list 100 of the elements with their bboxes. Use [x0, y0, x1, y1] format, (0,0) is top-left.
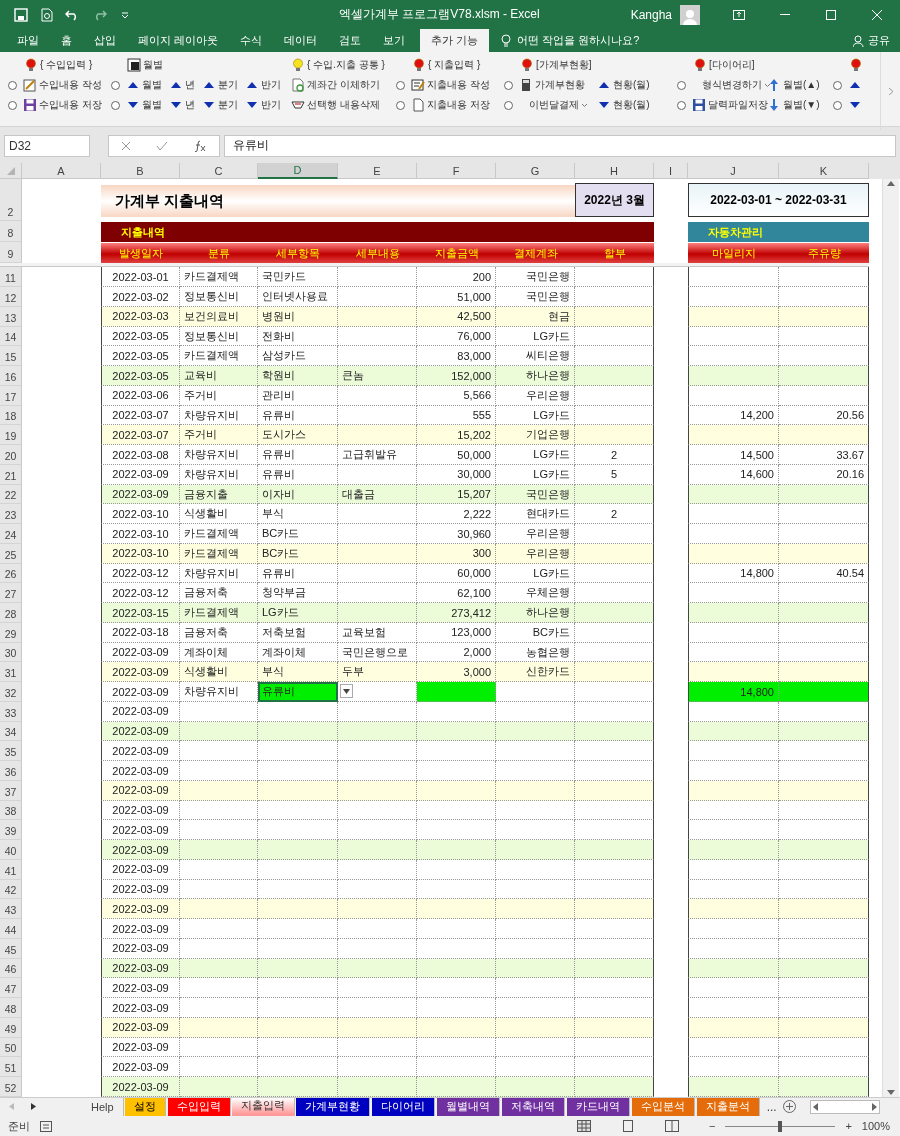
normal-view-icon[interactable] [577, 1120, 591, 1132]
sheet-tab[interactable]: 설정 [124, 1097, 166, 1116]
row-header[interactable]: 48 [0, 998, 22, 1018]
row-header[interactable]: 15 [0, 346, 22, 367]
row-header[interactable]: 23 [0, 504, 22, 525]
row-header[interactable]: 27 [0, 583, 22, 604]
radio-button[interactable] [396, 80, 405, 90]
column-header[interactable]: H [575, 163, 654, 180]
row-header[interactable]: 37 [0, 780, 22, 801]
ribbon-button[interactable]: 분기 [202, 78, 238, 92]
radio-button[interactable] [396, 100, 405, 110]
row-header[interactable]: 50 [0, 1037, 22, 1058]
sheet-tab[interactable]: 카드내역 [566, 1097, 630, 1116]
ribbon-button[interactable] [849, 58, 863, 72]
add-sheet-icon[interactable] [782, 1100, 796, 1114]
ribbon-button[interactable]: 가계부현황 [519, 78, 585, 92]
sheet-tab[interactable]: 가계부현황 [295, 1097, 370, 1116]
row-header[interactable]: 31 [0, 662, 22, 683]
column-header[interactable]: I [654, 163, 688, 180]
row-header[interactable]: 21 [0, 464, 22, 485]
ribbon-button[interactable]: [다이어리] [693, 58, 755, 72]
row-header[interactable]: 39 [0, 820, 22, 841]
radio-button[interactable] [677, 100, 686, 110]
row-header[interactable]: 29 [0, 622, 22, 643]
more-tabs[interactable]: ... [766, 1099, 777, 1114]
ribbon-button[interactable]: 지출내용 저장 [411, 98, 490, 112]
ribbon-button[interactable]: 월별 [126, 78, 162, 92]
row-header[interactable]: 30 [0, 642, 22, 663]
ribbon-button[interactable]: 년 [169, 98, 195, 112]
scroll-left-icon[interactable] [813, 1102, 818, 1111]
ribbon-button[interactable]: 현황(월) [597, 98, 650, 112]
ribbon-button[interactable]: 월별 [126, 98, 162, 112]
ribbon-tab[interactable]: 홈 [50, 29, 83, 52]
zoom-level[interactable]: 100% [861, 1120, 890, 1132]
row-header[interactable]: 11 [0, 267, 22, 288]
zoom-out-button[interactable]: − [709, 1120, 716, 1132]
tell-me-field[interactable]: 어떤 작업을 원하시나요? [501, 29, 640, 52]
check-icon[interactable] [156, 140, 168, 151]
share-button[interactable]: 공유 [853, 29, 890, 52]
scroll-right-icon[interactable] [30, 1103, 36, 1111]
row-header[interactable]: 51 [0, 1057, 22, 1078]
formula-input[interactable]: 유류비 [224, 134, 896, 157]
sheet-tab[interactable]: 수입입력 [167, 1097, 231, 1116]
sheet-tab[interactable]: 다이어리 [371, 1097, 435, 1116]
radio-button[interactable] [111, 100, 120, 110]
column-header[interactable]: E [338, 163, 417, 180]
radio-button[interactable] [504, 80, 513, 90]
column-header[interactable]: J [688, 163, 779, 180]
ribbon-button[interactable]: 달력파일저장 [692, 98, 768, 112]
row-header[interactable]: 35 [0, 741, 22, 762]
row-header[interactable]: 25 [0, 543, 22, 564]
row-header[interactable]: 20 [0, 445, 22, 465]
row-header[interactable]: 46 [0, 958, 22, 979]
row-header[interactable]: 14 [0, 326, 22, 347]
radio-button[interactable] [833, 80, 842, 90]
ribbon-tab[interactable]: 삽입 [83, 29, 127, 52]
ribbon-tab[interactable]: 페이지 레이아웃 [127, 29, 230, 52]
row-header[interactable]: 13 [0, 306, 22, 327]
ribbon-button[interactable]: 선택행 내용삭제 [291, 98, 380, 112]
row-header[interactable]: 41 [0, 859, 22, 880]
row-header[interactable]: 44 [0, 919, 22, 939]
page-layout-icon[interactable] [621, 1120, 635, 1132]
ribbon-tab[interactable]: 보기 [372, 29, 417, 52]
row-header[interactable]: 49 [0, 1017, 22, 1038]
column-header[interactable]: G [496, 163, 575, 180]
ribbon-button[interactable]: { 지출입력 } [412, 58, 481, 72]
row-header[interactable]: 8 [0, 221, 22, 243]
ribbon-dropdown[interactable]: 이번달결제 [529, 98, 588, 112]
row-header[interactable]: 19 [0, 425, 22, 446]
ribbon-button[interactable]: 월별(▼) [767, 98, 820, 112]
row-header[interactable]: 32 [0, 682, 22, 702]
row-header[interactable]: 26 [0, 563, 22, 584]
sheet-tab[interactable]: 지출입력 [231, 1097, 295, 1116]
column-header[interactable]: A [22, 163, 101, 180]
radio-button[interactable] [677, 80, 686, 90]
horizontal-scrollbar[interactable] [810, 1099, 880, 1114]
row-header[interactable]: 22 [0, 484, 22, 505]
dropdown-button[interactable] [340, 684, 353, 699]
ribbon-button[interactable]: 수입내용 저장 [23, 98, 102, 112]
row-header[interactable]: 12 [0, 287, 22, 307]
column-header[interactable]: C [180, 163, 258, 180]
row-header[interactable]: 42 [0, 879, 22, 900]
ribbon-tab[interactable]: 데이터 [273, 29, 329, 52]
row-header[interactable]: 33 [0, 701, 22, 722]
row-header[interactable]: 34 [0, 721, 22, 742]
ribbon-button[interactable]: 수입내용 작성 [23, 78, 102, 92]
macro-record-icon[interactable] [40, 1120, 52, 1132]
row-header[interactable]: 18 [0, 405, 22, 426]
cancel-icon[interactable] [121, 140, 132, 151]
radio-button[interactable] [8, 80, 17, 90]
vertical-scrollbar[interactable] [882, 179, 899, 1097]
ribbon-button[interactable]: 반기 [245, 98, 281, 112]
row-header[interactable]: 28 [0, 603, 22, 623]
avatar-icon[interactable] [680, 4, 700, 25]
row-header[interactable]: 40 [0, 840, 22, 860]
zoom-in-button[interactable]: + [845, 1120, 852, 1132]
radio-button[interactable] [8, 100, 17, 110]
page-break-icon[interactable] [665, 1120, 679, 1132]
ribbon-tab[interactable]: 검토 [328, 29, 373, 52]
row-header[interactable]: 17 [0, 385, 22, 406]
